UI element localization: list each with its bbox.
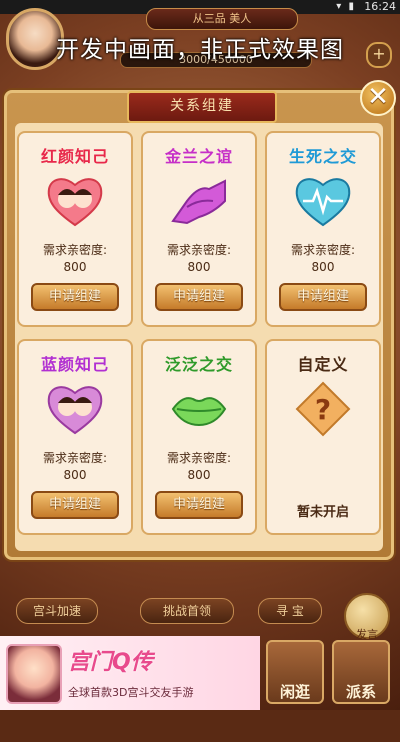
stroll-button[interactable]: 闲逛	[266, 640, 324, 704]
modal-body: 红颜知己 需求亲密度: 800 申请组建 金兰之谊 需求亲密度: 800 申请组…	[15, 123, 383, 551]
card-title: 金兰之谊	[164, 147, 233, 166]
intimacy-label: 需求亲密度:	[42, 451, 108, 465]
intimacy-label: 需求亲密度:	[290, 243, 356, 257]
ad-subtitle: 全球首款3D宫斗交友手游	[68, 686, 194, 699]
apply-button[interactable]: 申请组建	[279, 283, 367, 311]
intimacy-label: 需求亲密度:	[42, 243, 108, 257]
card-title: 红颜知己	[40, 147, 109, 166]
treasure-button[interactable]: 寻 宝	[258, 598, 322, 624]
svg-text:?: ?	[315, 393, 331, 426]
modal-title: 关系组建	[127, 91, 277, 123]
apply-button[interactable]: 申请组建	[155, 491, 243, 519]
couple-heart-icon	[47, 386, 103, 435]
question-mark-icon: ?	[295, 381, 351, 437]
challenge-boss-button[interactable]: 挑战首领	[140, 598, 234, 624]
intimacy-value: 800	[187, 260, 211, 274]
card-shengsi: 生死之交 需求亲密度: 800 申请组建	[265, 131, 381, 327]
card-lanyan: 蓝颜知己 需求亲密度: 800 申请组建	[17, 339, 133, 535]
status-time: 16:24	[364, 0, 396, 13]
intimacy-value: 800	[63, 260, 87, 274]
lips-icon	[171, 397, 227, 427]
card-jinlan: 金兰之谊 需求亲密度: 800 申请组建	[141, 131, 257, 327]
heartbeat-heart-icon	[295, 178, 351, 227]
card-title: 蓝颜知己	[40, 355, 109, 374]
card-hongyan: 红颜知己 需求亲密度: 800 申请组建	[17, 131, 133, 327]
rank-badge: 从三品 美人	[146, 8, 298, 30]
speak-button[interactable]: 发言	[344, 593, 390, 641]
faction-button[interactable]: 派系	[332, 640, 390, 704]
apply-button[interactable]: 申请组建	[155, 283, 243, 311]
dev-watermark: 开发中画面，非正式效果图	[56, 37, 344, 63]
close-button[interactable]: ✕	[360, 80, 396, 116]
apply-button[interactable]: 申请组建	[31, 283, 119, 311]
game-logo-avatar	[6, 644, 62, 704]
gongdou-speedup-button[interactable]: 宫斗加速	[16, 598, 98, 624]
handshake-icon	[171, 179, 226, 225]
ad-title: 宫门Q传	[68, 650, 153, 675]
couple-heart-icon	[47, 178, 103, 227]
intimacy-label: 需求亲密度:	[166, 451, 232, 465]
card-title: 泛泛之交	[164, 355, 233, 374]
card-title: 生死之交	[288, 147, 357, 166]
intimacy-value: 800	[63, 468, 87, 482]
intimacy-label: 需求亲密度:	[166, 243, 232, 257]
locked-status: 暂未开启	[296, 505, 349, 520]
card-custom: 自定义 ? 暂未开启	[265, 339, 381, 535]
intimacy-value: 800	[311, 260, 335, 274]
card-fanfan: 泛泛之交 需求亲密度: 800 申请组建	[141, 339, 257, 535]
ad-banner[interactable]: 宫门Q传 全球首款3D宫斗交友手游	[0, 636, 260, 710]
relationship-modal: 关系组建 红颜知己 需求亲密度: 800 申请组建 金兰之谊 需求亲密度: 80…	[4, 90, 394, 560]
intimacy-value: 800	[187, 468, 211, 482]
card-title: 自定义	[297, 355, 349, 374]
apply-button[interactable]: 申请组建	[31, 491, 119, 519]
status-icons: ▾ ▮	[336, 1, 356, 12]
